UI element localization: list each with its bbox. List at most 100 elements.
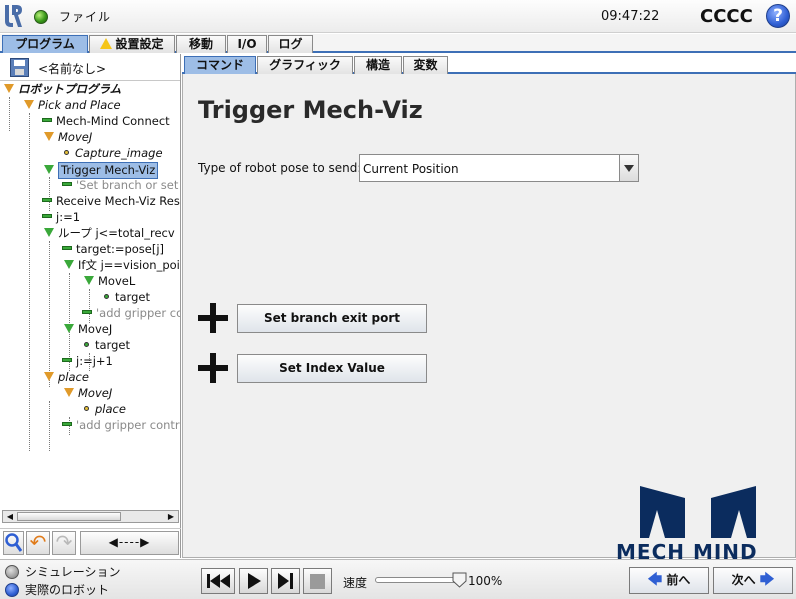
tree-item[interactable]: MoveL	[84, 274, 135, 290]
tab-structure[interactable]: 構造	[354, 56, 402, 74]
play-button[interactable]	[239, 568, 268, 594]
stop-icon	[310, 574, 325, 589]
collapse-triangle-icon[interactable]	[44, 165, 54, 174]
header-bar: ファイル 09:47:22 CCCC ?	[0, 0, 796, 33]
waypoint-icon	[84, 342, 89, 347]
tree-item[interactable]: Mech-Mind Connect	[42, 114, 170, 130]
redo-icon: ↷	[55, 530, 73, 554]
step-button[interactable]	[271, 568, 300, 594]
tree-item[interactable]: Receive Mech-Viz Res	[42, 194, 180, 210]
speed-label: 速度	[343, 576, 368, 590]
tab-io[interactable]: I/O	[227, 35, 267, 53]
tree-item[interactable]: j:=1	[42, 210, 80, 226]
set-branch-exit-port-button[interactable]: Set branch exit port	[237, 304, 427, 333]
collapse-triangle-icon[interactable]	[44, 372, 54, 381]
pose-type-select[interactable]: Current Position	[359, 154, 639, 182]
waypoint-icon	[84, 406, 89, 411]
tab-installation[interactable]: 設置設定	[89, 35, 175, 53]
mode-real-robot[interactable]: 実際のロボット	[5, 581, 109, 598]
waypoint-icon	[104, 294, 109, 299]
main-tab-bar: プログラム 設置設定 移動 I/O ログ	[0, 34, 796, 53]
save-icon[interactable]	[10, 58, 29, 77]
collapse-triangle-icon[interactable]	[84, 276, 94, 285]
robot-name: CCCC	[700, 6, 753, 27]
program-name: <名前なし>	[38, 62, 107, 76]
tree-horizontal-scrollbar[interactable]: ◀ ▶	[2, 510, 179, 523]
tree-item-selected[interactable]: Trigger Mech-Viz	[44, 162, 159, 179]
program-tree-panel: <名前なし> ロボットプログラム Pick and Place Mech-Min…	[0, 54, 181, 558]
radio-on-icon[interactable]	[5, 583, 19, 597]
tree-item[interactable]: 'add gripper contro	[62, 418, 180, 434]
tree-item[interactable]: 'add gripper co	[82, 306, 180, 322]
tab-variables[interactable]: 変数	[403, 56, 448, 74]
search-icon	[5, 533, 23, 552]
tree-item[interactable]: target	[84, 338, 130, 354]
mech-mind-logo-icon	[640, 486, 756, 538]
set-index-value-button[interactable]: Set Index Value	[237, 354, 427, 383]
tab-move[interactable]: 移動	[176, 35, 226, 53]
ur-logo-icon	[5, 5, 22, 27]
comment-icon	[62, 422, 72, 426]
tree-root[interactable]: ロボットプログラム	[4, 82, 121, 98]
tree-item[interactable]: 'Set branch or set i	[62, 178, 180, 194]
tab-command[interactable]: コマンド	[184, 56, 256, 74]
command-content: Trigger Mech-Viz Type of robot pose to s…	[182, 74, 796, 564]
collapse-triangle-icon[interactable]	[64, 324, 74, 333]
robot-status-icon[interactable]	[34, 10, 48, 24]
collapse-triangle-icon[interactable]	[4, 84, 14, 93]
tree-item[interactable]: target:=pose[j]	[62, 242, 164, 258]
stop-button[interactable]	[303, 568, 332, 594]
plus-icon	[198, 353, 228, 383]
scroll-left-icon[interactable]: ◀	[5, 512, 15, 522]
tree-item[interactable]: target	[104, 290, 150, 306]
tab-log[interactable]: ログ	[268, 35, 313, 53]
program-tree: ロボットプログラム Pick and Place Mech-Mind Conne…	[0, 80, 180, 510]
tree-item[interactable]: place	[84, 402, 126, 418]
collapse-triangle-icon[interactable]	[24, 100, 34, 109]
sub-tab-bar: コマンド グラフィック 構造 変数	[182, 54, 796, 74]
redo-button[interactable]: ↷	[52, 531, 76, 555]
clock: 09:47:22	[601, 9, 660, 24]
file-menu[interactable]: ファイル	[59, 8, 111, 25]
tab-graphics[interactable]: グラフィック	[257, 56, 353, 74]
assignment-icon	[62, 246, 72, 250]
tree-item[interactable]: MoveJ	[64, 322, 112, 338]
play-icon	[248, 573, 261, 589]
comment-icon	[62, 182, 72, 186]
command-icon	[42, 118, 52, 122]
tree-item[interactable]: place	[44, 370, 89, 386]
arrow-right-icon: 🡆	[759, 572, 775, 588]
tree-item[interactable]: Pick and Place	[24, 98, 121, 114]
radio-off-icon[interactable]	[5, 565, 19, 579]
waypoint-icon	[64, 150, 69, 155]
command-icon	[42, 198, 52, 202]
scroll-right-icon[interactable]: ▶	[166, 512, 176, 522]
tree-item[interactable]: j:=j+1	[62, 354, 113, 370]
tree-item[interactable]: MoveJ	[64, 386, 112, 402]
tree-item[interactable]: If文 j==vision_poi	[64, 258, 180, 274]
collapse-triangle-icon[interactable]	[64, 260, 74, 269]
collapse-triangle-icon[interactable]	[44, 228, 54, 237]
rewind-button[interactable]	[201, 568, 235, 594]
move-arrows-icon: ◀----▶	[108, 535, 151, 549]
speed-slider-knob[interactable]	[452, 572, 467, 588]
mode-simulation[interactable]: シミュレーション	[5, 563, 121, 580]
collapse-triangle-icon[interactable]	[64, 388, 74, 397]
search-button[interactable]	[3, 531, 24, 555]
tab-program[interactable]: プログラム	[2, 35, 88, 53]
undo-button[interactable]: ↶	[26, 531, 50, 555]
pose-type-value: Current Position	[363, 162, 459, 176]
tree-toolbar: ↶ ↷ ◀----▶	[0, 528, 181, 556]
next-button[interactable]: 次へ 🡆	[713, 567, 793, 594]
scrollbar-thumb[interactable]	[17, 512, 121, 521]
move-node-button[interactable]: ◀----▶	[80, 531, 179, 555]
collapse-triangle-icon[interactable]	[44, 132, 54, 141]
tree-item[interactable]: Capture_image	[64, 146, 163, 162]
tree-item[interactable]: ループ j<=total_recv	[44, 226, 175, 242]
node-title: Trigger Mech-Viz	[198, 96, 423, 124]
warning-icon	[100, 38, 113, 49]
help-icon[interactable]: ?	[766, 4, 790, 28]
tree-item[interactable]: MoveJ	[44, 130, 92, 146]
dropdown-arrow-icon[interactable]	[619, 155, 638, 181]
previous-button[interactable]: 🡄 前へ	[629, 567, 709, 594]
